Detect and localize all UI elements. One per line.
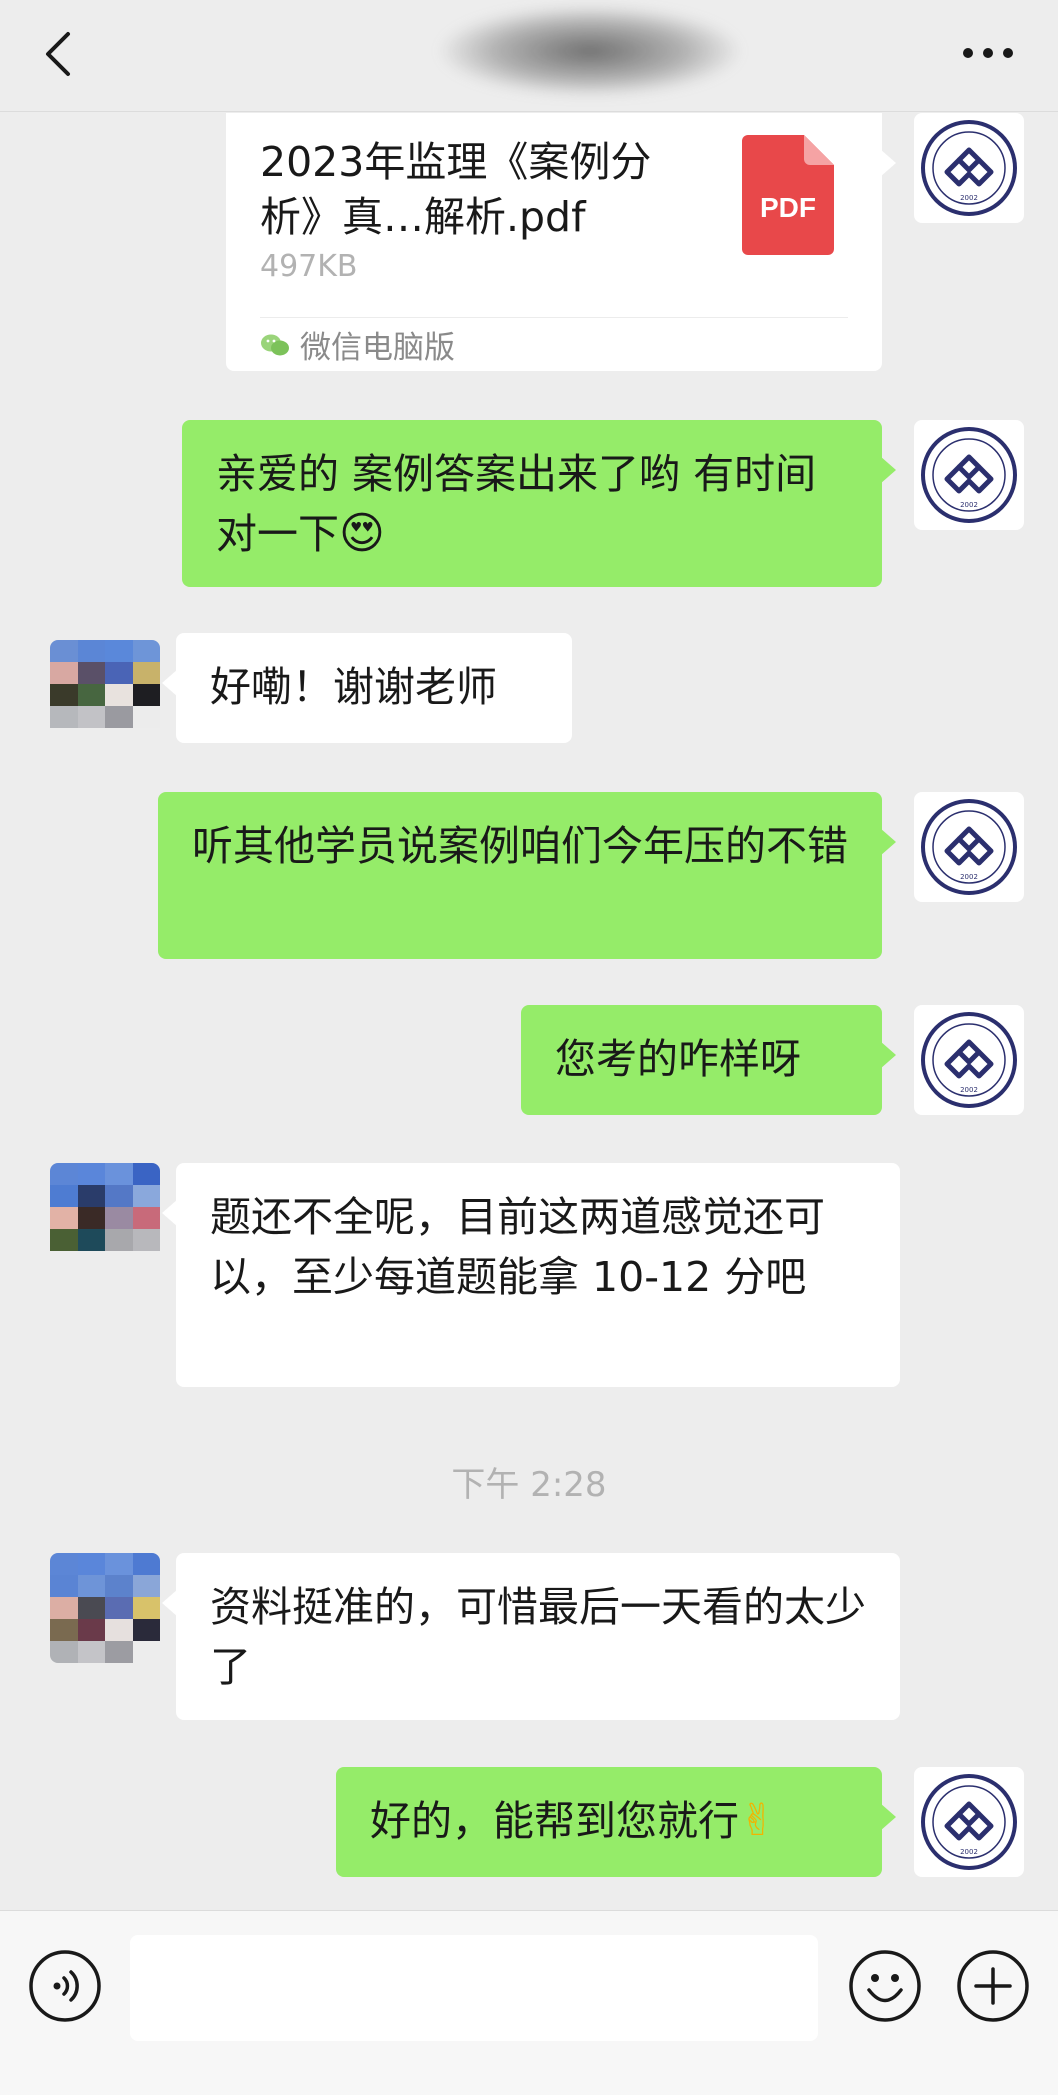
message-text: 您考的咋样呀 — [555, 1035, 801, 1083]
peer-avatar[interactable] — [50, 640, 160, 750]
self-avatar[interactable]: 2002 — [914, 113, 1024, 223]
school-logo-icon: 2002 — [921, 120, 1017, 216]
peer-avatar[interactable] — [50, 1163, 160, 1273]
message-text: 好的，能帮到您就行 — [370, 1797, 739, 1845]
school-logo-icon: 2002 — [921, 1774, 1017, 1870]
add-more-icon[interactable] — [956, 1949, 1030, 2023]
heart-eyes-emoji: 😍 — [339, 508, 385, 559]
message-list[interactable]: 2023年监理《案例分析》真…解析.pdf 497KB PDF 微信电脑版 20… — [0, 113, 1058, 1910]
outgoing-message[interactable]: 好的，能帮到您就行✌ — [336, 1767, 896, 1877]
back-arrow-icon[interactable] — [40, 28, 80, 80]
self-avatar[interactable]: 2002 — [914, 1767, 1024, 1877]
self-avatar[interactable]: 2002 — [914, 1005, 1024, 1115]
school-logo-icon: 2002 — [921, 427, 1017, 523]
pixelated-avatar — [50, 1553, 160, 1663]
chat-title-blurred — [440, 6, 740, 96]
self-avatar[interactable]: 2002 — [914, 792, 1024, 902]
more-options-icon[interactable] — [958, 38, 1018, 68]
divider — [260, 317, 848, 318]
pixelated-avatar — [50, 640, 160, 750]
incoming-message[interactable]: 资料挺准的，可惜最后一天看的太少了 — [162, 1553, 900, 1720]
chat-header — [0, 0, 1058, 112]
message-input[interactable] — [130, 1935, 818, 2041]
file-message[interactable]: 2023年监理《案例分析》真…解析.pdf 497KB PDF 微信电脑版 — [226, 113, 896, 371]
file-name: 2023年监理《案例分析》真…解析.pdf — [260, 138, 652, 241]
file-source: 微信电脑版 — [260, 327, 455, 369]
svg-text:2002: 2002 — [960, 501, 978, 509]
school-logo-icon: 2002 — [921, 799, 1017, 895]
message-timestamp: 下午 2:28 — [451, 1465, 607, 1505]
file-size: 497KB — [260, 249, 358, 284]
message-text: 亲爱的 案例答案出来了哟 有时间对一下 — [216, 450, 817, 558]
svg-text:2002: 2002 — [960, 873, 978, 881]
incoming-message[interactable]: 好嘞！谢谢老师 — [162, 633, 572, 743]
message-text: 题还不全呢，目前这两道感觉还可以，至少每道题能拿 10-12 分吧 — [210, 1193, 825, 1301]
input-bar — [0, 1910, 1058, 2095]
voice-input-icon[interactable] — [28, 1949, 102, 2023]
pixelated-avatar — [50, 1163, 160, 1273]
incoming-message[interactable]: 题还不全呢，目前这两道感觉还可以，至少每道题能拿 10-12 分吧 — [162, 1163, 900, 1387]
message-text: 好嘞！谢谢老师 — [210, 663, 497, 711]
victory-hand-emoji: ✌ — [739, 1795, 776, 1846]
self-avatar[interactable]: 2002 — [914, 420, 1024, 530]
pdf-file-icon: PDF — [742, 135, 834, 255]
peer-avatar[interactable] — [50, 1553, 160, 1663]
wechat-icon — [260, 327, 290, 369]
school-logo-icon: 2002 — [921, 1012, 1017, 1108]
svg-text:2002: 2002 — [960, 194, 978, 202]
file-source-label: 微信电脑版 — [300, 330, 455, 366]
outgoing-message[interactable]: 听其他学员说案例咱们今年压的不错 — [158, 792, 896, 959]
emoji-smile-icon[interactable] — [848, 1949, 922, 2023]
outgoing-message[interactable]: 亲爱的 案例答案出来了哟 有时间对一下😍 — [182, 420, 896, 587]
pdf-label: PDF — [760, 192, 816, 223]
svg-text:2002: 2002 — [960, 1086, 978, 1094]
message-text: 听其他学员说案例咱们今年压的不错 — [192, 822, 848, 870]
outgoing-message[interactable]: 您考的咋样呀 — [521, 1005, 896, 1115]
message-text: 资料挺准的，可惜最后一天看的太少了 — [210, 1583, 866, 1691]
svg-text:2002: 2002 — [960, 1848, 978, 1856]
